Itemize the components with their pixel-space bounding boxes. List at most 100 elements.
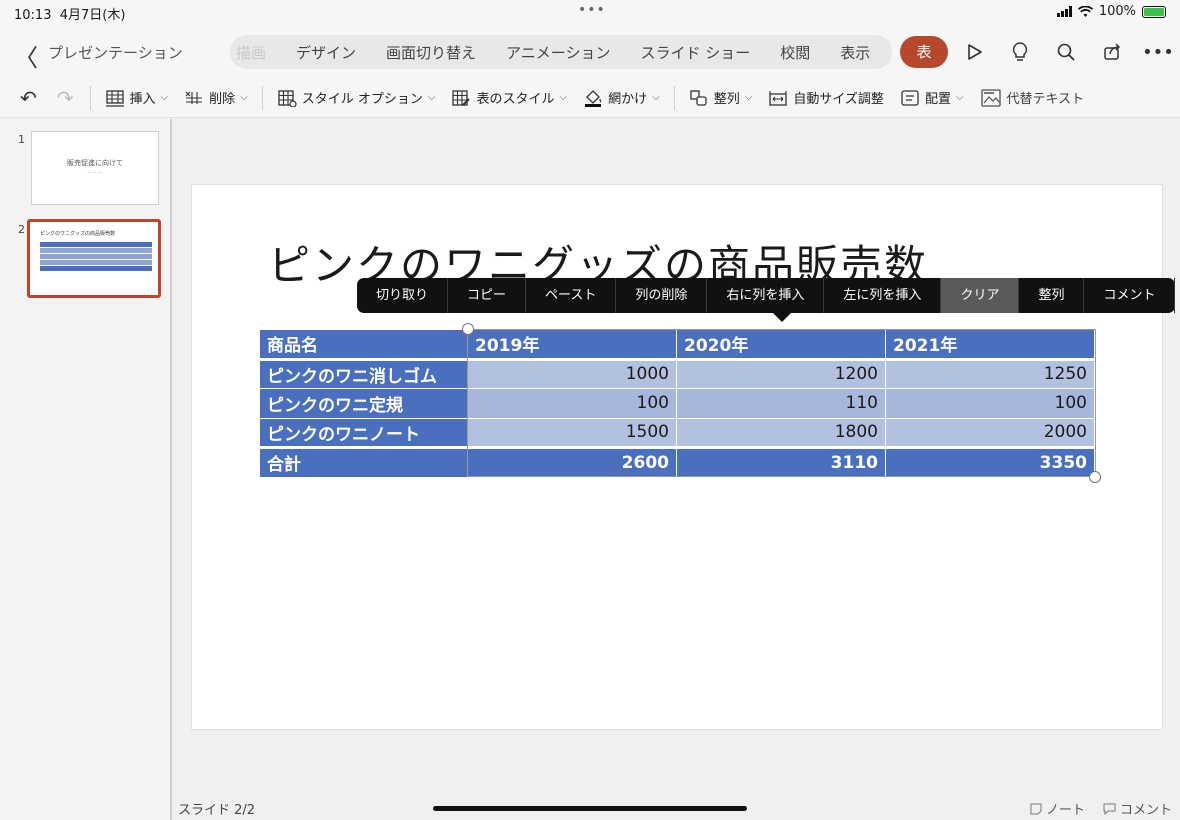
table-cell[interactable]: 1250 bbox=[885, 358, 1095, 389]
style-options-button[interactable]: スタイル オプション ⌵ bbox=[269, 82, 444, 114]
arrange-icon bbox=[690, 89, 707, 106]
table-styles-button[interactable]: 表のスタイル ⌵ bbox=[443, 82, 575, 114]
ribbon-tabs: 描画 デザイン 画面切り替え アニメーション スライド ショー 校閲 表示 bbox=[230, 35, 892, 69]
menu-insert-column-left[interactable]: 左に列を挿入 bbox=[824, 278, 942, 313]
menu-insert-column-right[interactable]: 右に列を挿入 bbox=[707, 278, 825, 313]
table-cell[interactable]: ピンクのワニ消しゴム bbox=[259, 358, 468, 389]
table-delete-icon bbox=[185, 91, 203, 104]
tab-slideshow[interactable]: スライド ショー bbox=[625, 42, 765, 63]
table-header-row: 商品名 2019年 2020年 2021年 bbox=[259, 329, 1095, 361]
status-right: 100% bbox=[1056, 4, 1166, 19]
share-icon[interactable] bbox=[1096, 36, 1128, 68]
lightbulb-icon[interactable] bbox=[1004, 36, 1036, 68]
slide-thumbnail-pane: 1 販売促進に向けて — — — 2 ピンクのワニグッズの商品販売数 bbox=[0, 119, 172, 820]
slide-thumbnail-1[interactable]: 販売促進に向けて — — — bbox=[31, 131, 159, 205]
tab-table[interactable]: 表 bbox=[900, 36, 948, 68]
play-icon[interactable] bbox=[958, 36, 990, 68]
table-cell[interactable]: 1200 bbox=[676, 358, 886, 389]
table-cell[interactable]: 2000 bbox=[885, 417, 1095, 448]
header-cell[interactable]: 2019年 bbox=[467, 329, 677, 361]
menu-copy[interactable]: コピー bbox=[448, 278, 527, 313]
menu-clear[interactable]: クリア bbox=[941, 278, 1020, 313]
autofit-button[interactable]: 自動サイズ調整 bbox=[760, 82, 892, 114]
table-cell[interactable]: 1500 bbox=[467, 417, 677, 448]
table-cell[interactable]: 100 bbox=[467, 388, 677, 419]
table-cell[interactable]: 1800 bbox=[676, 417, 886, 448]
redo-icon[interactable]: ↷ bbox=[47, 86, 84, 110]
cellular-signal-icon bbox=[1056, 6, 1072, 17]
table-cell[interactable]: 3110 bbox=[676, 446, 886, 478]
home-indicator[interactable] bbox=[433, 806, 747, 811]
comments-button[interactable]: コメント bbox=[1103, 799, 1172, 818]
tab-view[interactable]: 表示 bbox=[825, 42, 885, 63]
notes-icon bbox=[1030, 803, 1042, 814]
document-title[interactable]: プレゼンテーション bbox=[48, 42, 183, 63]
table-cell[interactable]: ピンクのワニ定規 bbox=[259, 388, 468, 419]
selection-end-handle[interactable] bbox=[1089, 471, 1101, 483]
header-cell[interactable]: 2020年 bbox=[676, 329, 886, 361]
table-total-row: 合計 2600 3110 3350 bbox=[259, 446, 1095, 478]
thumbnail-1-subtitle: — — — bbox=[87, 170, 103, 175]
tab-animations[interactable]: アニメーション bbox=[491, 42, 625, 63]
context-menu: 切り取り コピー ペースト 列の削除 右に列を挿入 左に列を挿入 クリア 整列 … bbox=[357, 278, 1176, 322]
autofit-icon bbox=[769, 90, 787, 106]
table-cell[interactable]: 100 bbox=[885, 388, 1095, 419]
header-cell[interactable]: 商品名 bbox=[259, 329, 468, 361]
thumbnail-1-title: 販売促進に向けて bbox=[67, 159, 123, 167]
delete-button[interactable]: 削除 ⌵ bbox=[176, 82, 256, 114]
search-icon[interactable] bbox=[1050, 36, 1082, 68]
style-options-icon bbox=[278, 89, 297, 107]
shading-button[interactable]: 網かけ ⌵ bbox=[575, 82, 668, 114]
tab-review[interactable]: 校閲 bbox=[765, 42, 825, 63]
table-row: ピンクのワニ定規 100 110 100 bbox=[259, 388, 1095, 419]
menu-paste[interactable]: ペースト bbox=[526, 278, 617, 313]
ribbon-divider bbox=[673, 85, 675, 110]
slide-number-1: 1 bbox=[18, 133, 25, 146]
alt-text-icon bbox=[980, 88, 1001, 107]
tab-design[interactable]: デザイン bbox=[281, 42, 371, 63]
table-cell[interactable]: 合計 bbox=[259, 446, 468, 478]
table-cell[interactable]: 2600 bbox=[467, 446, 677, 478]
align-button[interactable]: 配置 ⌵ bbox=[892, 82, 972, 114]
menu-cut[interactable]: 切り取り bbox=[357, 278, 449, 313]
ribbon-divider bbox=[89, 85, 91, 110]
table-cell[interactable]: 110 bbox=[676, 388, 886, 419]
data-table[interactable]: 商品名 2019年 2020年 2021年 ピンクのワニ消しゴム 1000 12… bbox=[259, 329, 1095, 478]
status-time: 10:13 4月7日(木) bbox=[14, 8, 126, 23]
multitask-dots-icon[interactable]: ••• bbox=[578, 2, 606, 18]
slide-number-2: 2 bbox=[18, 223, 25, 236]
alt-text-button[interactable]: 代替テキスト bbox=[972, 82, 1093, 114]
selection-start-handle[interactable] bbox=[462, 323, 474, 335]
status-bar: 10:13 4月7日(木) ••• 100% bbox=[0, 0, 1180, 24]
tab-transitions[interactable]: 画面切り替え bbox=[371, 42, 491, 63]
tab-draw[interactable]: 描画 bbox=[230, 42, 281, 63]
arrange-button[interactable]: 整列 ⌵ bbox=[681, 82, 761, 114]
comment-icon bbox=[1103, 803, 1116, 815]
ribbon-divider bbox=[261, 85, 263, 110]
battery-percent: 100% bbox=[1098, 4, 1136, 19]
undo-icon[interactable]: ↶ bbox=[10, 86, 47, 110]
more-icon[interactable]: ••• bbox=[1142, 36, 1174, 68]
wifi-icon bbox=[1077, 5, 1093, 17]
table-row: ピンクのワニ消しゴム 1000 1200 1250 bbox=[259, 358, 1095, 389]
notes-button[interactable]: ノート bbox=[1030, 799, 1085, 818]
table-cell[interactable]: ピンクのワニノート bbox=[259, 417, 468, 448]
slide-counter: スライド 2/2 bbox=[178, 803, 256, 818]
menu-pointer-arrow bbox=[773, 313, 791, 322]
table-cell[interactable]: 3350 bbox=[885, 446, 1095, 478]
bottom-actions: ノート コメント bbox=[1030, 799, 1172, 818]
align-icon bbox=[901, 89, 919, 106]
table-row: ピンクのワニノート 1500 1800 2000 bbox=[259, 417, 1095, 448]
thumbnail-2-title: ピンクのワニグッズの商品販売数 bbox=[40, 231, 116, 237]
table-cell[interactable]: 1000 bbox=[467, 358, 677, 389]
table-style-icon bbox=[452, 89, 471, 106]
back-chevron-icon[interactable]: 〈 bbox=[14, 38, 38, 73]
menu-comment[interactable]: コメント bbox=[1084, 278, 1176, 313]
menu-arrange[interactable]: 整列 bbox=[1019, 278, 1085, 313]
slide-thumbnail-2[interactable]: ピンクのワニグッズの商品販売数 bbox=[27, 219, 161, 298]
table-insert-icon bbox=[105, 89, 124, 107]
menu-delete-column[interactable]: 列の削除 bbox=[616, 278, 708, 313]
header-cell[interactable]: 2021年 bbox=[885, 329, 1095, 361]
insert-button[interactable]: 挿入 ⌵ bbox=[97, 82, 177, 114]
table-ribbon: ↶ ↷ 挿入 ⌵ 削除 ⌵ スタイル オプション ⌵ 表のスタイル ⌵ 網かけ ⌵ 整列 ⌵… bbox=[0, 78, 1180, 118]
